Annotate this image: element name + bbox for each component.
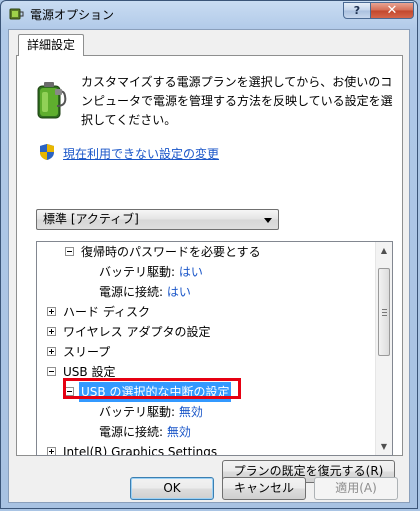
- setting-value-link[interactable]: 無効: [179, 405, 203, 419]
- expand-icon[interactable]: [47, 447, 56, 455]
- dialog-body: 詳細設定 カスタマイズする電源プランを選択してから、お使いのコンピュータで電源を…: [8, 29, 410, 503]
- grip-line: [382, 312, 387, 313]
- battery-plug-icon: [37, 82, 67, 119]
- power-options-icon: [9, 8, 24, 20]
- tree-item-label: バッテリ駆動:: [99, 265, 176, 279]
- chevron-down-icon: [264, 218, 272, 223]
- cancel-button[interactable]: キャンセル: [222, 477, 306, 500]
- tab-panel: カスタマイズする電源プランを選択してから、お使いのコンピュータで電源を管理する方…: [16, 55, 403, 483]
- scroll-up-button[interactable]: ▲: [376, 242, 392, 259]
- apply-button[interactable]: 適用(A): [314, 477, 398, 500]
- description-text: カスタマイズする電源プランを選択してから、お使いのコンピュータで電源を管理する方…: [81, 75, 393, 127]
- collapse-icon[interactable]: [47, 367, 56, 376]
- power-options-dialog: 電源オプション ? ✕ 詳細設定 カスタマイズする電源プランを選択してから、お使…: [0, 0, 418, 509]
- scroll-down-button[interactable]: ▼: [376, 438, 392, 455]
- tree-content: 復帰時のパスワードを必要とする バッテリ駆動: はい 電源に接続: はい ハード…: [37, 242, 375, 455]
- tree-item-label: 電源に接続:: [99, 425, 164, 439]
- tree-item-label: 電源に接続:: [99, 285, 164, 299]
- tree-item-label: USB の選択的な中断の設定: [79, 382, 232, 402]
- grip-line: [382, 309, 387, 310]
- grip-line: [382, 315, 387, 316]
- setting-value-link[interactable]: はい: [167, 285, 191, 299]
- tree-item-label: 復帰時のパスワードを必要とする: [81, 245, 261, 259]
- expand-icon[interactable]: [47, 327, 56, 336]
- tree-item-label: USB 設定: [63, 365, 116, 379]
- settings-tree[interactable]: 復帰時のパスワードを必要とする バッテリ駆動: はい 電源に接続: はい ハード…: [36, 241, 393, 456]
- expand-icon[interactable]: [47, 307, 56, 316]
- vertical-scrollbar[interactable]: ▲ ▼: [375, 242, 392, 455]
- tree-item-usb-on-battery[interactable]: バッテリ駆動: 無効: [99, 402, 203, 422]
- tree-item-password-on-battery[interactable]: バッテリ駆動: はい: [99, 262, 203, 282]
- uac-shield-icon: [40, 144, 54, 160]
- window-title: 電源オプション: [30, 8, 115, 22]
- tree-item-usb-plugged-in[interactable]: 電源に接続: 無効: [99, 422, 191, 442]
- expand-icon[interactable]: [47, 347, 56, 356]
- collapse-icon[interactable]: [65, 387, 74, 396]
- setting-value-link[interactable]: はい: [179, 265, 203, 279]
- tree-item-password-plugged-in[interactable]: 電源に接続: はい: [99, 282, 191, 302]
- tree-item-label: ワイヤレス アダプタの設定: [63, 325, 211, 339]
- tree-item-label: スリープ: [63, 345, 111, 359]
- tree-item-label: Intel(R) Graphics Settings: [63, 445, 218, 455]
- close-button[interactable]: ✕: [370, 2, 414, 19]
- power-plan-value: 標準 [アクティブ]: [43, 212, 139, 226]
- collapse-icon[interactable]: [65, 247, 74, 256]
- tab-advanced-settings[interactable]: 詳細設定: [18, 34, 84, 56]
- setting-value-link[interactable]: 無効: [167, 425, 191, 439]
- power-plan-select[interactable]: 標準 [アクティブ]: [36, 209, 279, 230]
- ok-button[interactable]: OK: [130, 477, 214, 500]
- scroll-thumb[interactable]: [378, 268, 390, 356]
- change-unavailable-settings-link[interactable]: 現在利用できない設定の変更: [63, 145, 219, 162]
- title-bar[interactable]: 電源オプション ? ✕: [1, 1, 417, 28]
- tree-item-label: バッテリ駆動:: [99, 405, 176, 419]
- help-button[interactable]: ?: [343, 2, 371, 19]
- tree-item-label: ハード ディスク: [63, 305, 150, 319]
